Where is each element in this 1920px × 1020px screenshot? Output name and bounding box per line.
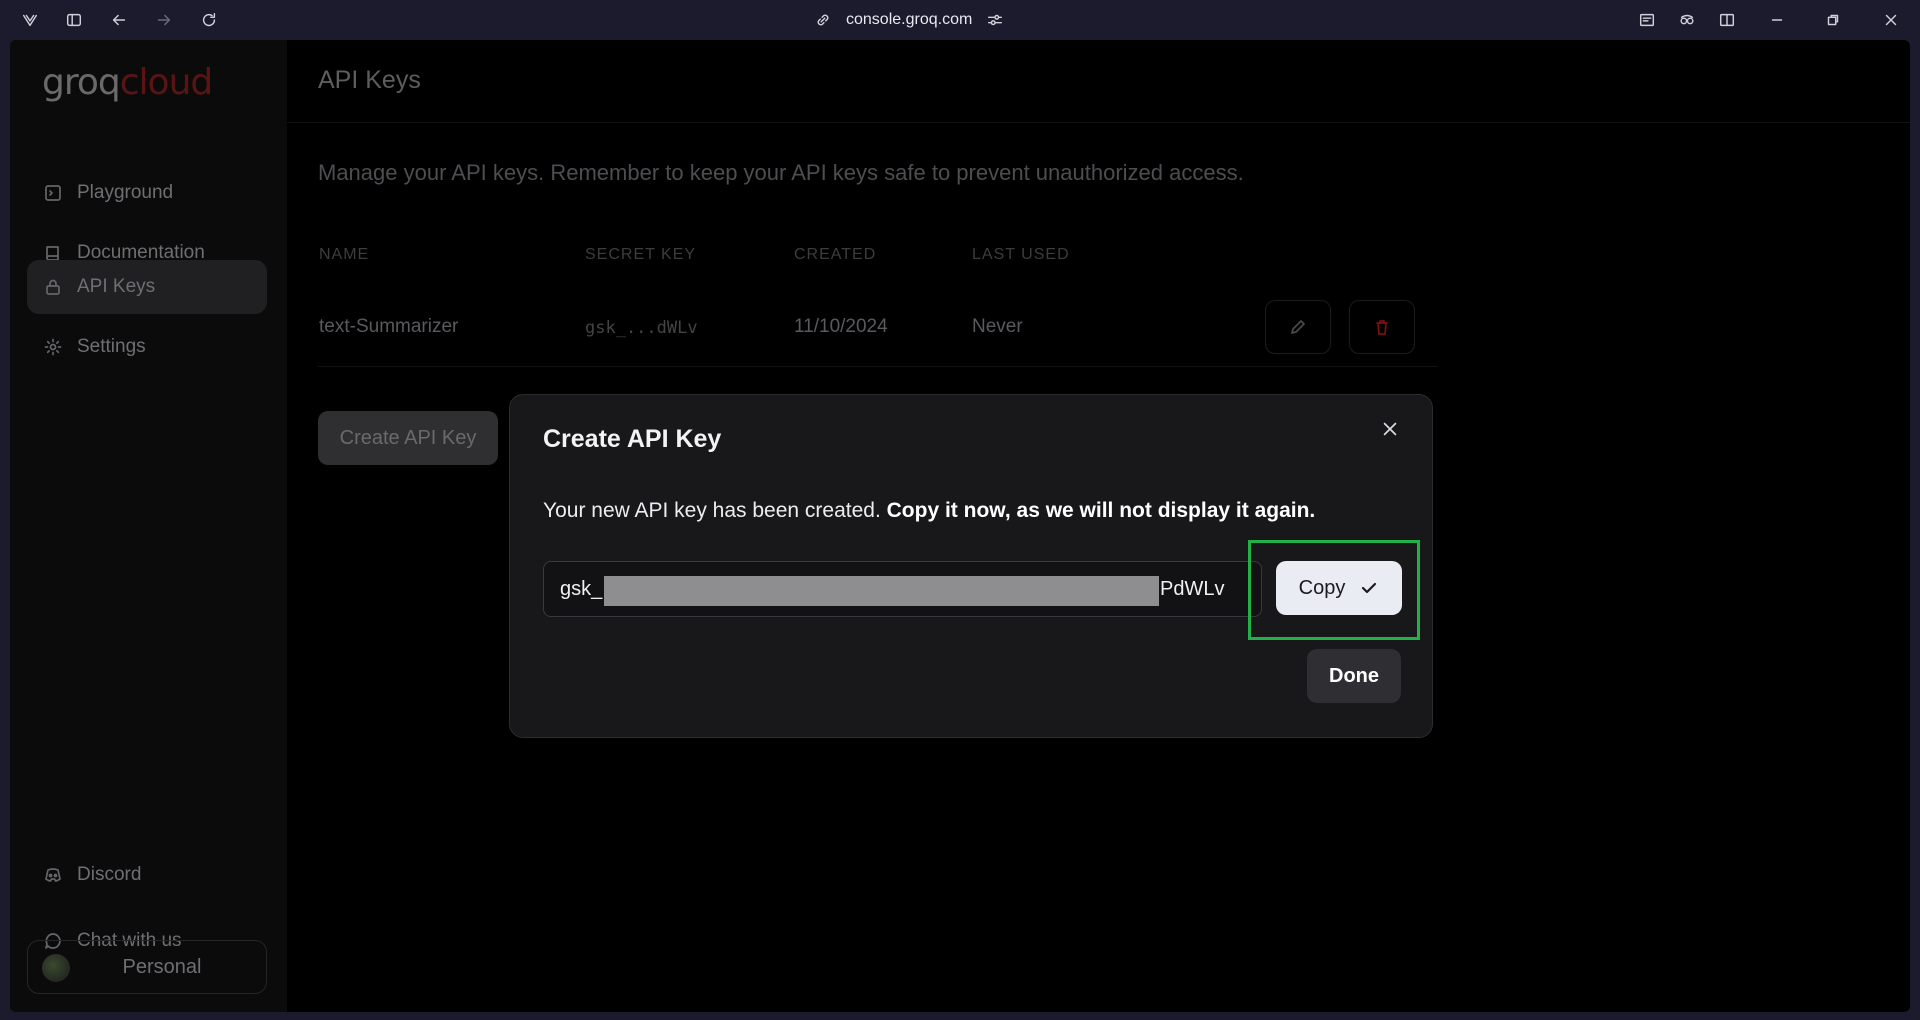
trash-icon [1376,320,1388,335]
cell-secret-key: gsk_...dWLv [585,318,698,338]
url-text: console.groq.com [846,11,973,28]
profile-switcher[interactable]: Personal [27,940,267,994]
checkmark-icon [1362,582,1377,594]
lock-icon [46,279,60,295]
sidebar-item-label: Discord [77,864,142,885]
copy-button[interactable]: Copy [1276,561,1402,615]
row-divider [318,366,1438,367]
column-header-last-used: LAST USED [972,246,1070,263]
sidebar-item-label: Settings [77,336,146,357]
page-title: API Keys [318,66,421,94]
logo-part-groq: groq [42,62,121,103]
sidebar-item-discord[interactable]: Discord [27,848,267,902]
restore-icon[interactable] [1822,9,1844,31]
sidebar-item-api-keys[interactable]: API Keys [27,260,267,314]
pencil-icon [1291,320,1305,334]
column-header-secret-key: SECRET KEY [585,246,697,263]
dialog-message: Your new API key has been created. Copy … [543,499,1315,523]
discord-icon [45,868,61,882]
edit-key-button[interactable] [1265,300,1331,354]
column-header-created: CREATED [794,246,877,263]
copy-button-label: Copy [1298,576,1346,599]
extension-icon[interactable] [1676,9,1698,31]
browser-logo-icon[interactable] [19,9,41,31]
sidebar-item-label: API Keys [77,276,156,297]
sidebar-toggle-icon[interactable] [63,9,85,31]
cell-last-used: Never [972,316,1023,337]
sidebar-item-settings[interactable]: Settings [27,320,267,374]
browser-toolbar: console.groq.com [0,0,1920,40]
sidebar: groqcloud Playground Documentation API K… [10,40,287,1012]
site-settings-icon[interactable] [986,11,1004,29]
groqcloud-logo[interactable]: groqcloud [42,62,213,103]
sidebar-item-playground[interactable]: Playground [27,166,267,220]
dialog-message-warning: Copy it now, as we will not display it a… [886,499,1316,522]
back-icon[interactable] [108,9,130,31]
column-header-name: NAME [319,246,370,263]
address-bar[interactable]: console.groq.com [814,9,1004,31]
cell-name: text-Summarizer [319,316,459,337]
terminal-icon [45,185,61,201]
reader-view-icon[interactable] [1636,9,1658,31]
done-button[interactable]: Done [1307,649,1401,703]
page-description: Manage your API keys. Remember to keep y… [318,160,1244,185]
header-divider [287,122,1910,123]
key-prefix: gsk_ [560,578,603,600]
dialog-title: Create API Key [543,425,722,453]
create-api-key-button[interactable]: Create API Key [318,411,498,465]
forward-icon[interactable] [153,9,175,31]
close-icon[interactable] [1378,417,1402,441]
dialog-message-text: Your new API key has been created. [543,499,881,522]
gear-icon [44,338,62,356]
api-key-field[interactable]: gsk_ PdWLv [543,561,1262,617]
sidebar-item-label: Playground [77,182,174,203]
close-window-icon[interactable] [1880,9,1902,31]
create-api-key-dialog: Create API Key Your new API key has been… [509,394,1433,738]
key-redaction-mask [604,576,1159,606]
app-window: groqcloud Playground Documentation API K… [10,40,1910,1012]
split-view-icon[interactable] [1716,9,1738,31]
key-suffix: PdWLv [1160,578,1225,600]
cell-created: 11/10/2024 [794,316,888,337]
delete-key-button[interactable] [1349,300,1415,354]
reload-icon[interactable] [198,9,220,31]
minimize-icon[interactable] [1766,9,1788,31]
logo-part-cloud: cloud [119,62,213,103]
link-icon [814,11,832,29]
avatar [42,954,70,982]
